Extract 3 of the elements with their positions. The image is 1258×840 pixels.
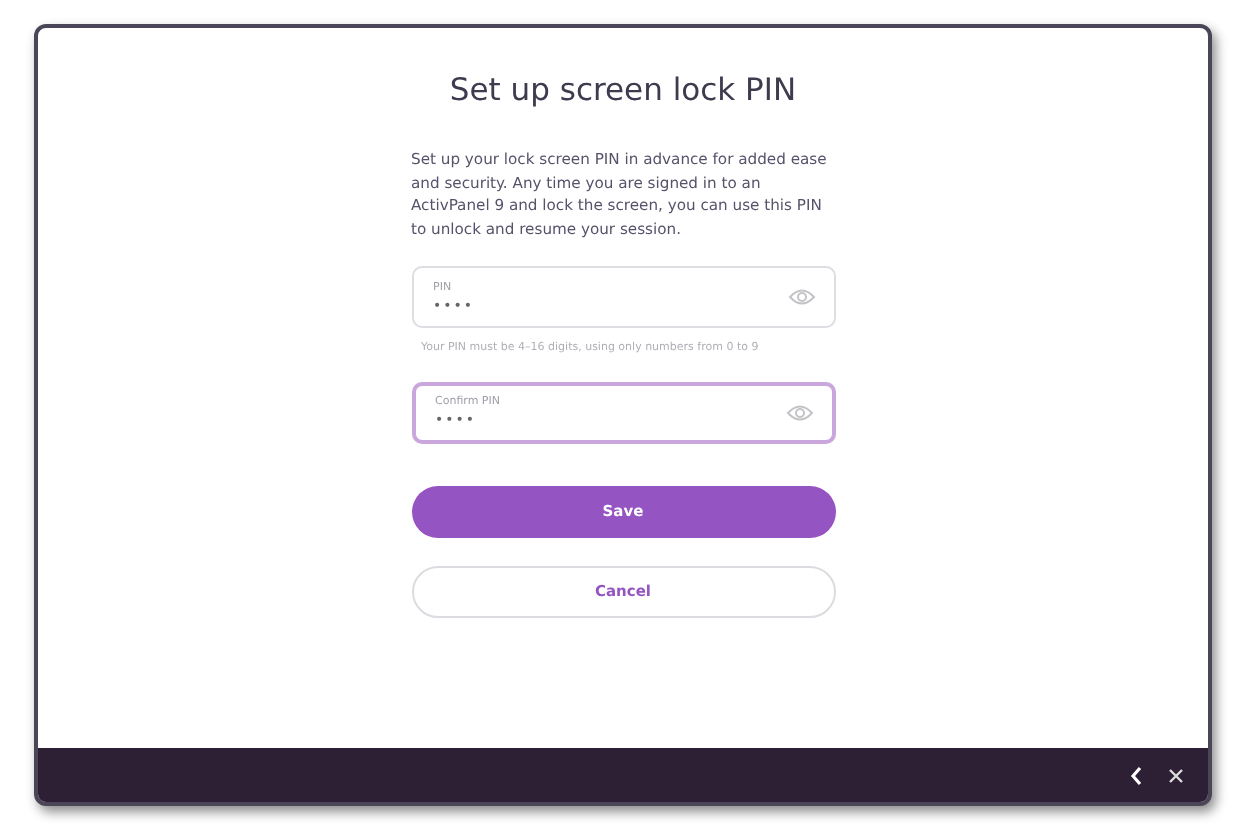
dialog-title: Set up screen lock PIN xyxy=(447,70,799,112)
close-icon[interactable] xyxy=(1168,767,1184,783)
back-icon[interactable] xyxy=(1130,765,1144,785)
